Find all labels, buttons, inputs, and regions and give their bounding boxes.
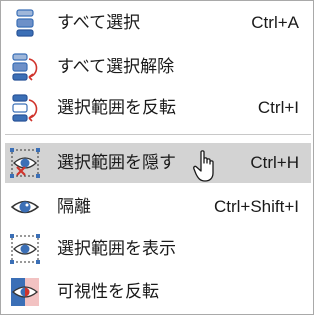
menu-item-hide-selection[interactable]: 選択範囲を隠す Ctrl+H — [5, 143, 311, 183]
menu-item-invert-selection[interactable]: 選択範囲を反転 Ctrl+I — [5, 88, 311, 128]
menu-item-select-all[interactable]: すべて選択 Ctrl+A — [5, 3, 311, 43]
menu-item-label: すべて選択解除 — [57, 57, 175, 77]
hand-cursor-icon — [193, 149, 219, 183]
invert-visibility-icon — [9, 276, 41, 308]
context-menu: すべて選択 Ctrl+A すべて選択解除 選択範囲を反転 Ctrl+I 選択範囲… — [0, 0, 314, 315]
menu-item-deselect-all[interactable]: すべて選択解除 — [5, 47, 311, 87]
isolate-eye-icon — [9, 191, 41, 223]
menu-item-label: 選択範囲を表示 — [57, 239, 176, 259]
menu-item-label: 選択範囲を隠す — [57, 153, 176, 173]
deselect-all-icon — [9, 51, 41, 83]
menu-item-shortcut: Ctrl+H — [250, 153, 299, 172]
menu-item-shortcut: Ctrl+A — [251, 13, 299, 32]
menu-item-label: 隔離 — [57, 197, 91, 217]
menu-item-invert-visibility[interactable]: 可視性を反転 — [5, 272, 311, 312]
menu-item-label: 選択範囲を反転 — [57, 98, 176, 118]
select-all-icon — [9, 7, 41, 39]
menu-separator — [5, 134, 311, 135]
menu-item-label: すべて選択 — [57, 13, 141, 33]
menu-item-isolate[interactable]: 隔離 Ctrl+Shift+I — [5, 187, 311, 227]
hide-selection-icon — [9, 147, 41, 179]
invert-selection-icon — [9, 92, 41, 124]
menu-item-label: 可視性を反転 — [57, 282, 159, 302]
menu-item-show-selection[interactable]: 選択範囲を表示 — [5, 229, 311, 269]
show-selection-icon — [9, 233, 41, 265]
menu-item-shortcut: Ctrl+Shift+I — [213, 197, 299, 216]
menu-item-shortcut: Ctrl+I — [257, 98, 299, 117]
